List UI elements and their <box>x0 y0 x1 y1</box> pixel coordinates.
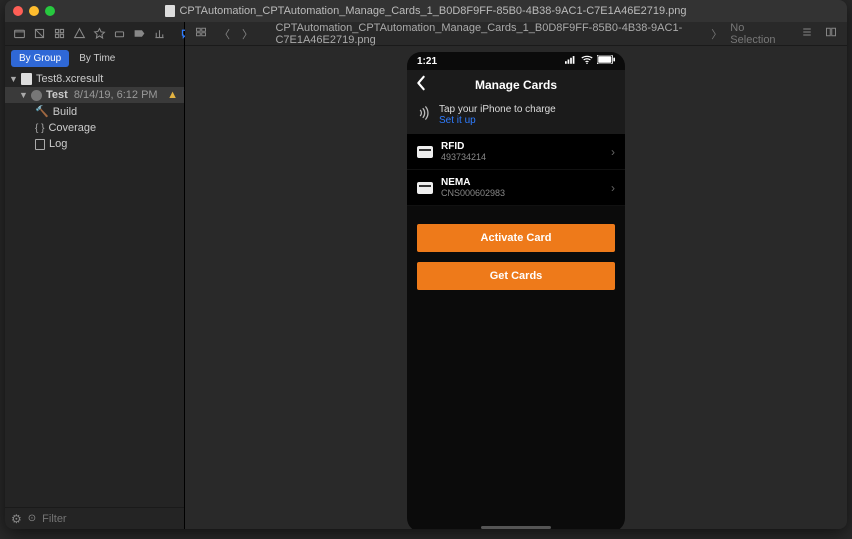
editor-options-icon[interactable] <box>799 26 815 41</box>
close-window-button[interactable] <box>13 6 23 16</box>
apple-pay-banner[interactable]: Tap your iPhone to charge Set it up <box>407 100 625 134</box>
card-title: NEMA <box>441 177 603 188</box>
editor-area: 〈 〉 CPTAutomation_CPTAutomation_Manage_C… <box>185 22 847 529</box>
hammer-icon: 🔨 <box>35 105 49 118</box>
battery-icon <box>597 55 615 67</box>
file-icon <box>263 28 271 39</box>
navigator-selector <box>5 22 184 46</box>
tree-test[interactable]: ▼ Test 8/14/19, 6:12 PM ▲ <box>5 87 184 103</box>
folder-nav-icon[interactable] <box>13 27 26 40</box>
navigator-sidebar: By Group By Time ▼ Test8.xcresult ▼ Test… <box>5 22 185 529</box>
phone-title: Manage Cards <box>407 78 625 92</box>
debug-nav-icon[interactable] <box>113 27 126 40</box>
breadcrumb-file: CPTAutomation_CPTAutomation_Manage_Cards… <box>275 22 703 46</box>
status-time: 1:21 <box>417 56 437 67</box>
card-icon <box>417 146 433 158</box>
tree-log-label: Log <box>49 138 67 150</box>
coverage-icon: { } <box>35 123 44 134</box>
get-cards-button[interactable]: Get Cards <box>417 262 615 290</box>
breakpoint-nav-icon[interactable] <box>133 27 146 40</box>
wifi-icon <box>581 55 593 67</box>
report-tabs: By Group By Time <box>5 46 184 69</box>
source-control-nav-icon[interactable] <box>33 27 46 40</box>
window-controls <box>13 6 55 16</box>
chevron-right-icon: › <box>611 181 615 195</box>
tree-root[interactable]: ▼ Test8.xcresult <box>5 71 184 87</box>
gear-icon[interactable]: ⚙ <box>11 512 22 526</box>
symbol-nav-icon[interactable] <box>53 27 66 40</box>
back-button[interactable]: 〈 <box>217 26 232 42</box>
action-buttons: Activate Card Get Cards <box>407 206 625 290</box>
cards-list: RFID 493734214 › NEMA CNS000602983 › <box>407 134 625 206</box>
phone-navbar: Manage Cards <box>407 70 625 100</box>
issue-nav-icon[interactable] <box>73 27 86 40</box>
breadcrumb-separator: 〉 <box>711 26 722 42</box>
result-bundle-icon <box>21 73 32 85</box>
titlebar: CPTAutomation_CPTAutomation_Manage_Cards… <box>5 0 847 22</box>
tree-build[interactable]: 🔨 Build <box>5 103 184 120</box>
filter-icon[interactable]: ⊙ <box>28 513 36 524</box>
xcode-window: CPTAutomation_CPTAutomation_Manage_Cards… <box>5 0 847 529</box>
zoom-window-button[interactable] <box>45 6 55 16</box>
card-sub: CNS000602983 <box>441 188 603 198</box>
window-title-text: CPTAutomation_CPTAutomation_Manage_Cards… <box>179 5 686 17</box>
filter-input[interactable] <box>42 513 184 525</box>
forward-button[interactable]: 〉 <box>240 26 255 42</box>
warning-icon: ▲ <box>167 89 178 101</box>
disclosure-icon[interactable]: ▼ <box>9 74 17 84</box>
report-nav-icon[interactable] <box>153 27 166 40</box>
jump-bar: 〈 〉 CPTAutomation_CPTAutomation_Manage_C… <box>185 22 847 46</box>
contactless-icon <box>417 106 431 123</box>
navigator-footer: ⚙ ⊙ ◷ <box>5 507 184 529</box>
banner-link[interactable]: Set it up <box>439 115 556 126</box>
status-bar: 1:21 <box>407 52 625 70</box>
preview-canvas: 1:21 <box>185 46 847 529</box>
main-split: By Group By Time ▼ Test8.xcresult ▼ Test… <box>5 22 847 529</box>
list-item[interactable]: NEMA CNS000602983 › <box>407 170 625 206</box>
breadcrumb-no-selection: No Selection <box>730 22 783 46</box>
tree-build-label: Build <box>53 106 77 118</box>
back-icon[interactable] <box>415 75 427 96</box>
add-editor-icon[interactable] <box>823 26 839 41</box>
tree-coverage[interactable]: { } Coverage <box>5 120 184 136</box>
chevron-right-icon: › <box>611 145 615 159</box>
related-items-icon[interactable] <box>193 26 209 41</box>
banner-text: Tap your iPhone to charge Set it up <box>439 104 556 126</box>
tree-test-label: Test <box>46 89 68 101</box>
breadcrumb[interactable]: CPTAutomation_CPTAutomation_Manage_Cards… <box>263 22 703 46</box>
tab-by-group[interactable]: By Group <box>11 50 69 67</box>
minimize-window-button[interactable] <box>29 6 39 16</box>
log-icon <box>35 139 45 150</box>
window-title: CPTAutomation_CPTAutomation_Manage_Cards… <box>65 5 787 17</box>
tree-root-label: Test8.xcresult <box>36 73 103 85</box>
test-nav-icon[interactable] <box>93 27 106 40</box>
activate-card-button[interactable]: Activate Card <box>417 224 615 252</box>
report-tree: ▼ Test8.xcresult ▼ Test 8/14/19, 6:12 PM… <box>5 69 184 507</box>
list-item[interactable]: RFID 493734214 › <box>407 134 625 170</box>
tree-coverage-label: Coverage <box>48 122 96 134</box>
device-screenshot: 1:21 <box>407 52 625 529</box>
card-title: RFID <box>441 141 603 152</box>
card-sub: 493734214 <box>441 152 603 162</box>
cellular-icon <box>565 55 577 67</box>
banner-line1: Tap your iPhone to charge <box>439 104 556 115</box>
test-result-icon <box>31 90 42 101</box>
disclosure-icon[interactable]: ▼ <box>19 90 27 100</box>
card-icon <box>417 182 433 194</box>
tab-by-time[interactable]: By Time <box>71 50 123 67</box>
tree-log[interactable]: Log <box>5 136 184 152</box>
home-indicator <box>481 526 551 529</box>
file-icon <box>165 5 175 17</box>
tree-test-meta: 8/14/19, 6:12 PM <box>74 89 158 101</box>
